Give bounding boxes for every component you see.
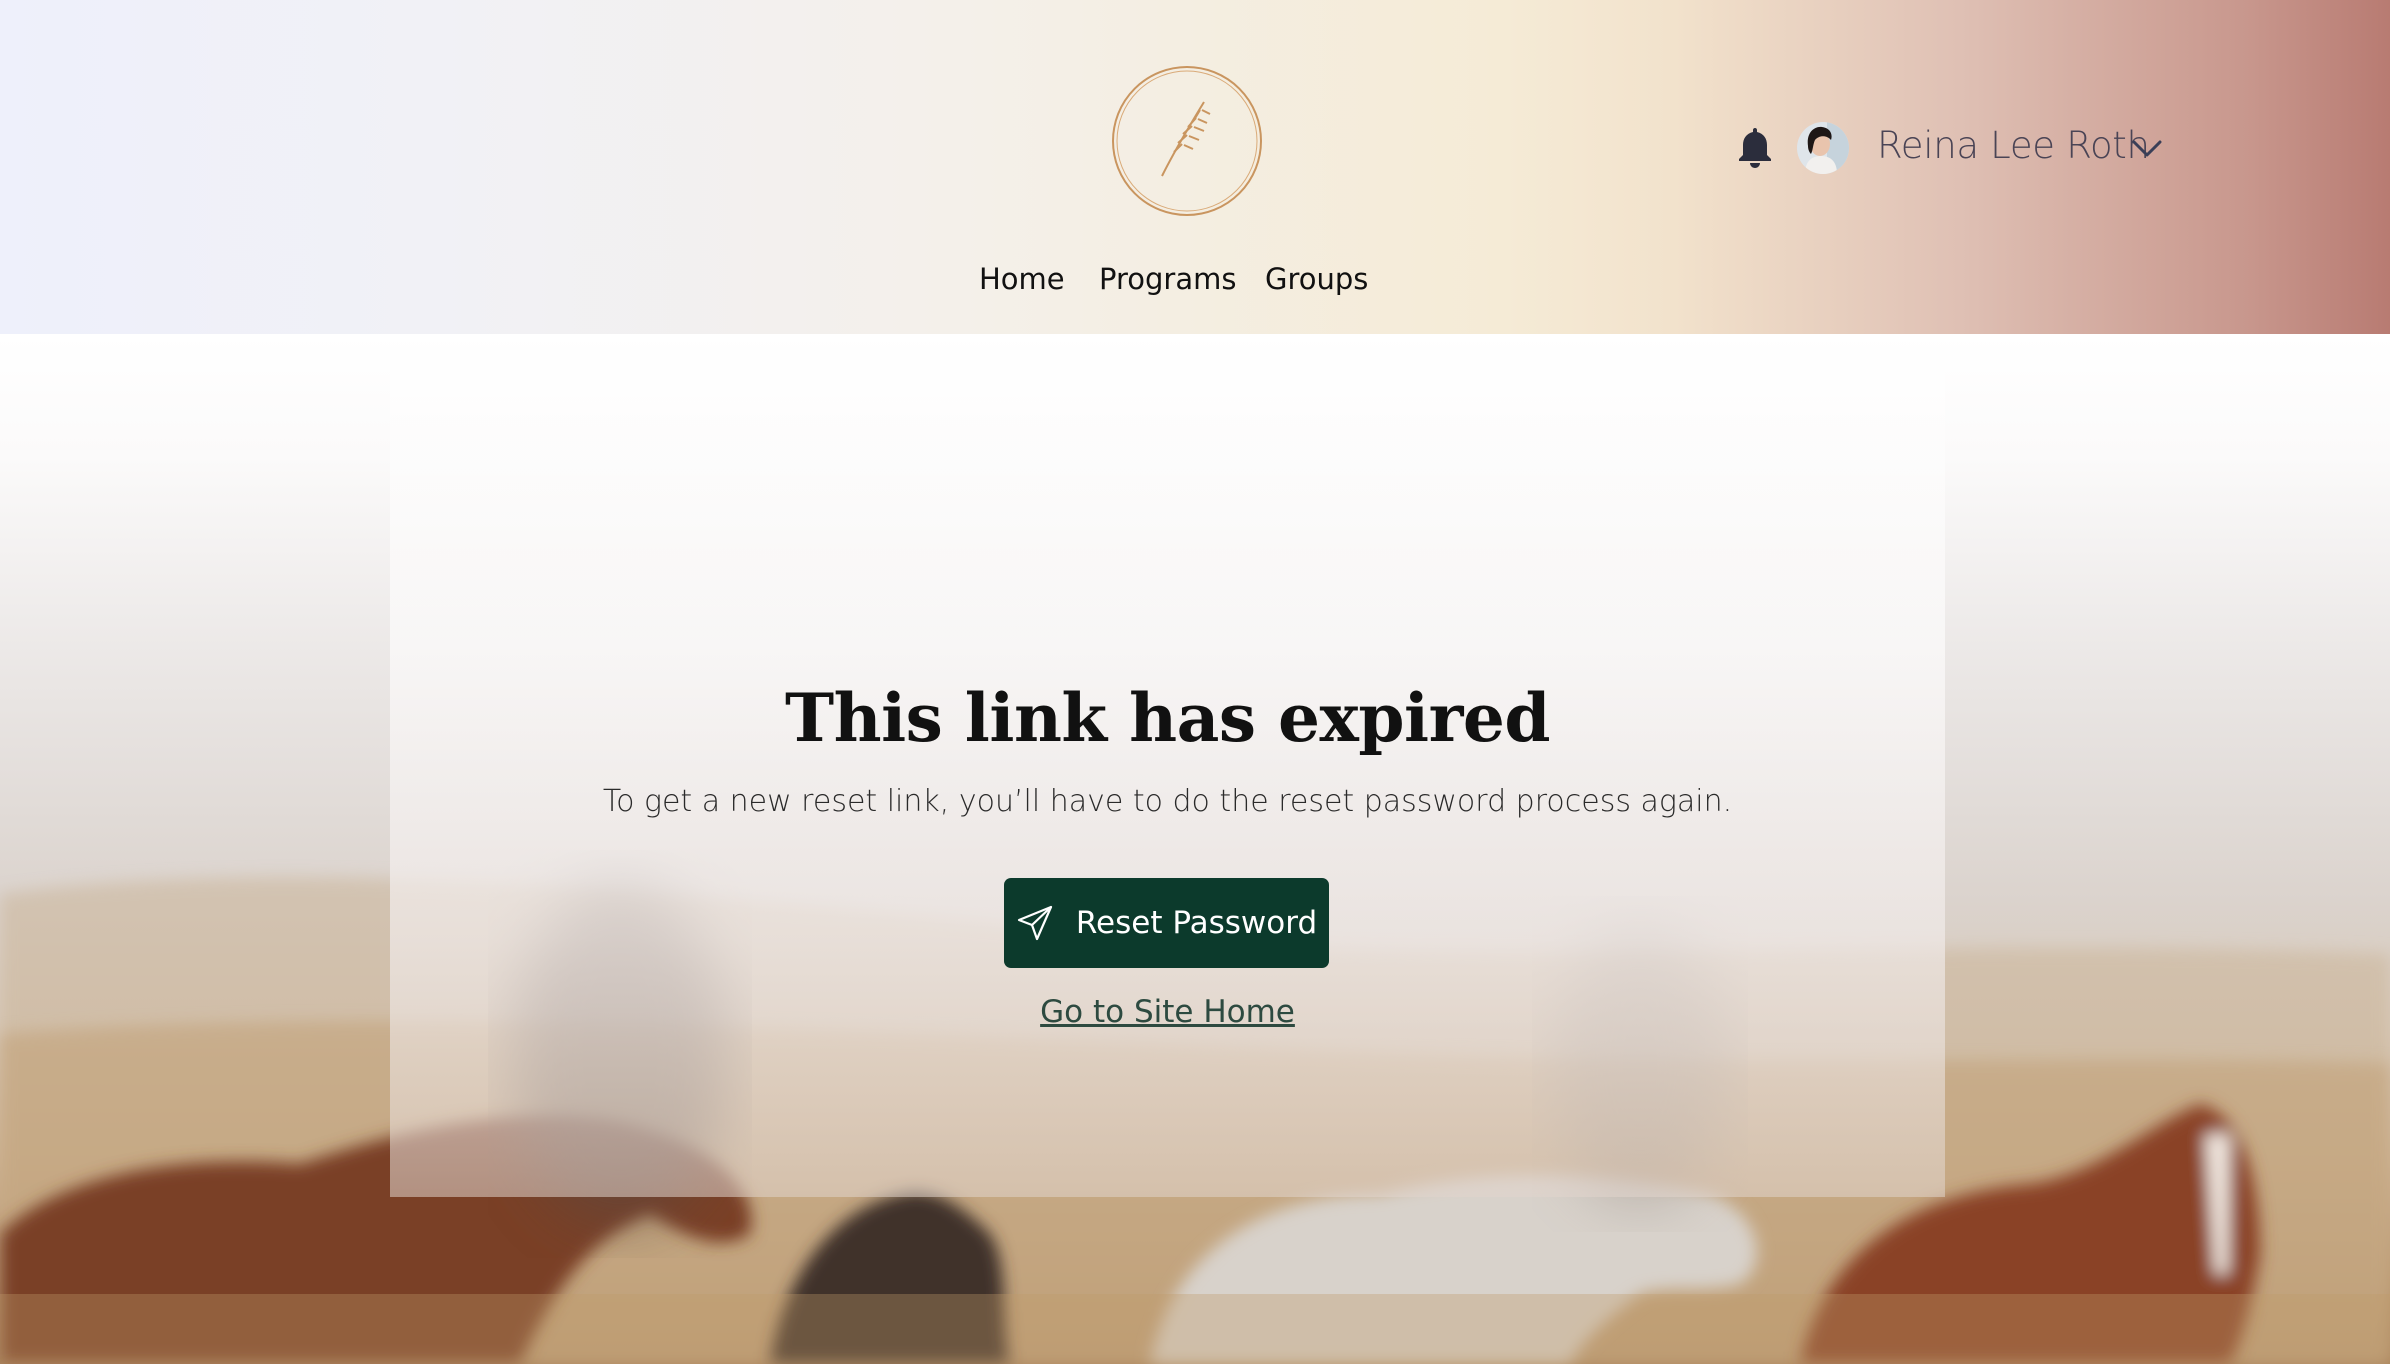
page-subtitle: To get a new reset link, you’ll have to … xyxy=(602,784,1733,819)
expired-link-card: This link has expired To get a new reset… xyxy=(390,334,1945,1197)
main-nav: Home Programs Groups xyxy=(0,262,2390,298)
reset-password-button[interactable]: Reset Password xyxy=(1004,878,1329,968)
bell-icon[interactable] xyxy=(1737,126,1773,168)
send-icon xyxy=(1017,905,1052,941)
page-title: This link has expired xyxy=(785,679,1551,757)
chevron-down-icon[interactable] xyxy=(2131,134,2163,162)
nav-item-home[interactable]: Home xyxy=(979,262,1065,296)
reset-password-label: Reset Password xyxy=(1075,905,1318,941)
avatar[interactable] xyxy=(1797,122,1849,174)
site-logo-icon[interactable] xyxy=(1110,64,1264,218)
nav-item-groups[interactable]: Groups xyxy=(1265,262,1368,296)
site-header: Home Programs Groups Reina Lee Roth xyxy=(0,0,2390,334)
user-name[interactable]: Reina Lee Roth xyxy=(1877,124,2150,167)
go-to-site-home-link[interactable]: Go to Site Home xyxy=(1040,994,1295,1030)
site-home-link-wrapper: Go to Site Home xyxy=(390,994,1945,1030)
nav-item-programs[interactable]: Programs xyxy=(1099,262,1236,296)
